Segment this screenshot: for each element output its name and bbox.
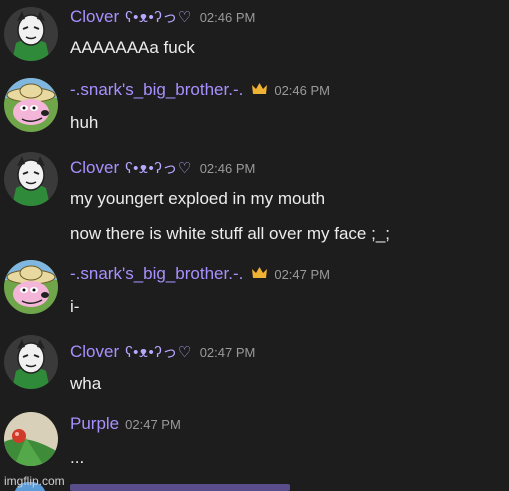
message-header: -.snark's_big_brother.-. 02:46 PM bbox=[70, 80, 330, 100]
username[interactable]: -.snark's_big_brother.-. bbox=[70, 80, 243, 100]
timestamp: 02:46 PM bbox=[199, 161, 256, 176]
message-text: huh bbox=[70, 113, 99, 132]
clover-avatar[interactable] bbox=[4, 335, 58, 389]
username-decoration: ʕ•ᴥ•ʔっ♡ bbox=[125, 344, 192, 361]
message-header: Clover ʕ•ᴥ•ʔっ♡ 02:47 PM bbox=[70, 341, 255, 362]
message-text: now there is white stuff all over my fac… bbox=[70, 224, 390, 243]
message-header: -.snark's_big_brother.-. 02:47 PM bbox=[70, 264, 330, 284]
clover-avatar[interactable] bbox=[4, 152, 58, 206]
username[interactable]: Purple bbox=[70, 414, 119, 434]
message-text: my youngert exploed in my mouth bbox=[70, 189, 326, 208]
timestamp: 02:46 PM bbox=[274, 83, 330, 98]
message-header: Clover ʕ•ᴥ•ʔっ♡ 02:46 PM bbox=[70, 6, 255, 27]
timestamp: 02:47 PM bbox=[274, 267, 330, 282]
crown-icon bbox=[251, 266, 268, 279]
timestamp: 02:47 PM bbox=[125, 417, 181, 432]
username[interactable]: Clover bbox=[70, 7, 119, 27]
username-decoration: ʕ•ᴥ•ʔっ♡ bbox=[125, 160, 192, 177]
chat-log: Clover ʕ•ᴥ•ʔっ♡ 02:46 PM AAAAAAAa fuck -.… bbox=[0, 0, 509, 491]
partial-username bbox=[70, 484, 290, 491]
crown-icon bbox=[251, 82, 268, 95]
username[interactable]: Clover bbox=[70, 158, 119, 178]
dog-avatar[interactable] bbox=[4, 260, 58, 314]
username-decoration: ʕ•ᴥ•ʔっ♡ bbox=[125, 9, 192, 26]
dog-avatar[interactable] bbox=[4, 78, 58, 132]
message-text: i- bbox=[70, 297, 80, 316]
message-text: AAAAAAAa fuck bbox=[70, 38, 195, 57]
username[interactable]: -.snark's_big_brother.-. bbox=[70, 264, 243, 284]
watermark: imgflip.com bbox=[4, 474, 65, 488]
timestamp: 02:47 PM bbox=[199, 345, 256, 360]
message-text: wha bbox=[70, 374, 102, 393]
message-header: Clover ʕ•ᴥ•ʔっ♡ 02:46 PM bbox=[70, 157, 255, 178]
message-text: ... bbox=[70, 448, 85, 467]
message-header: Purple 02:47 PM bbox=[70, 414, 181, 434]
username[interactable]: Clover bbox=[70, 342, 119, 362]
clover-avatar[interactable] bbox=[4, 7, 58, 61]
timestamp: 02:46 PM bbox=[199, 10, 256, 25]
purple-avatar[interactable] bbox=[4, 412, 58, 466]
